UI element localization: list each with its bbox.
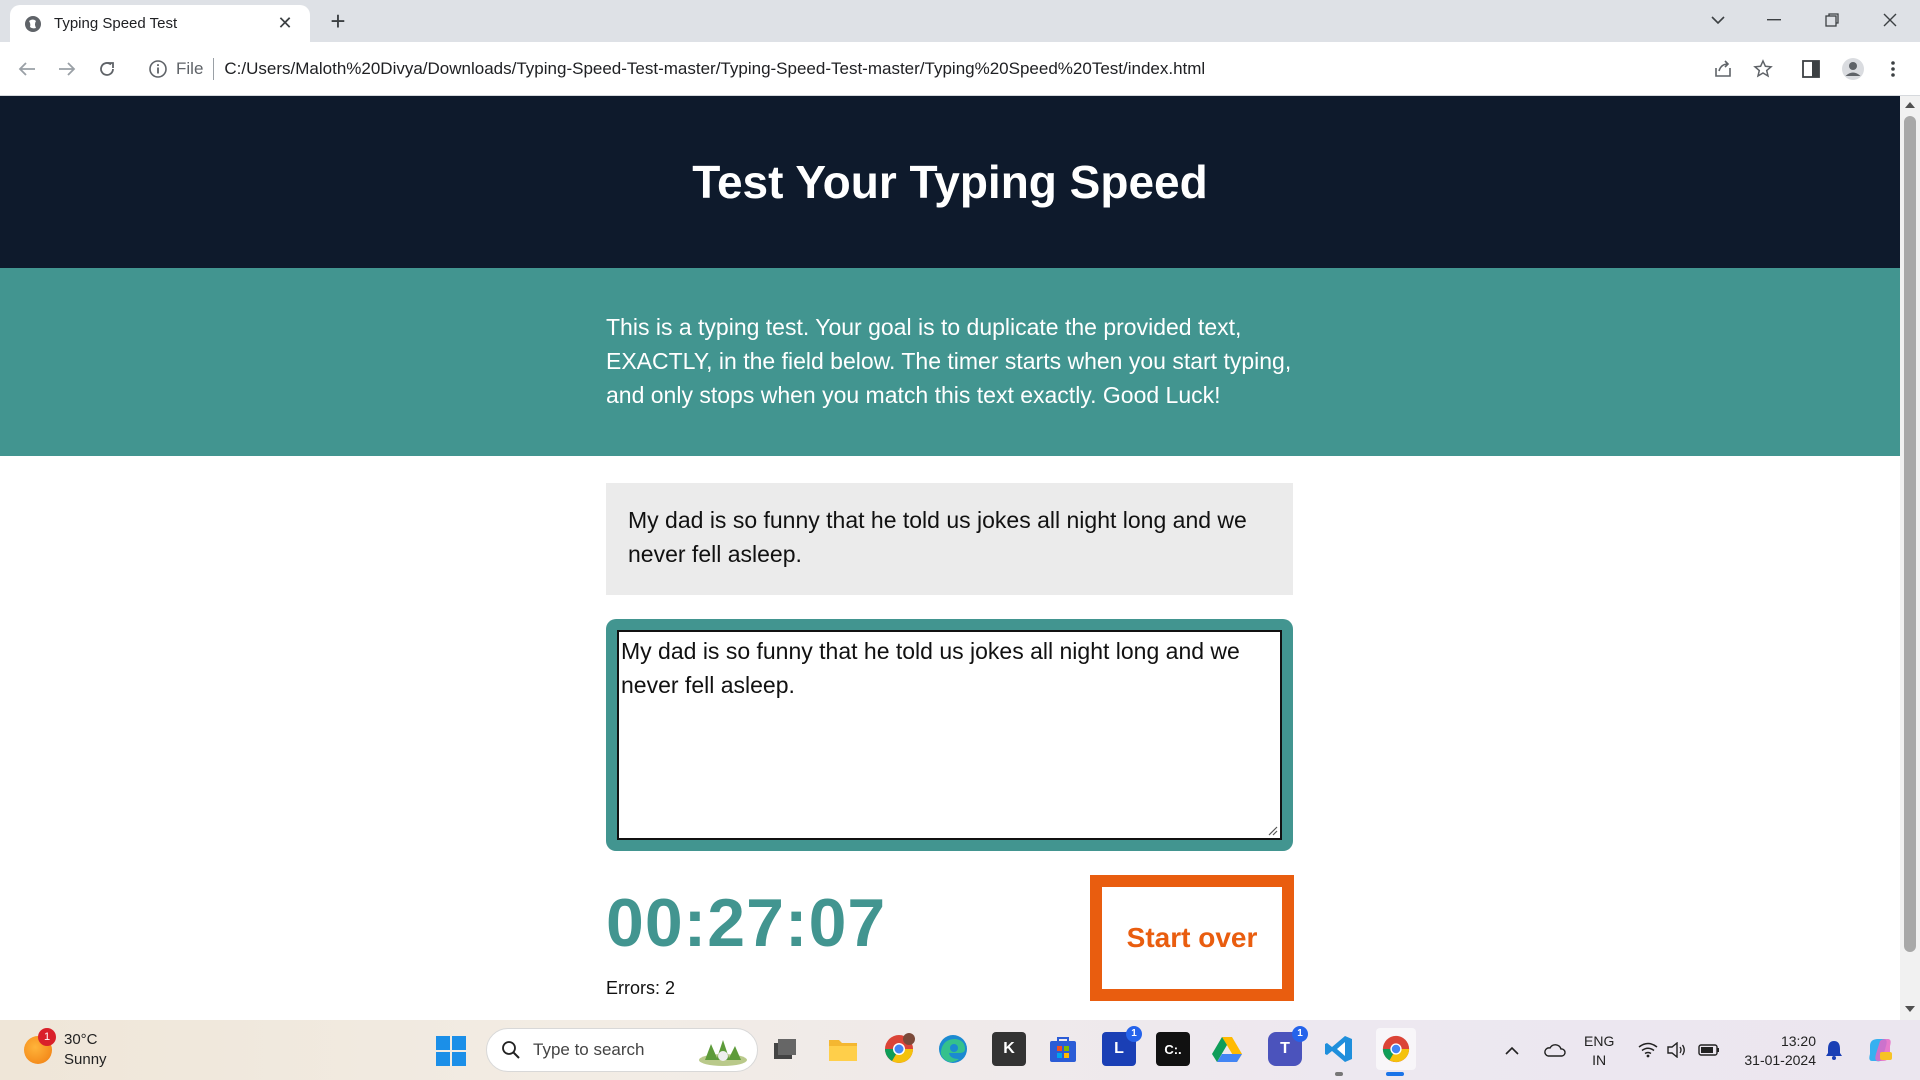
clock-time: 13:20: [1780, 1033, 1816, 1049]
browser-toolbar: File C:/Users/Maloth%20Divya/Downloads/T…: [0, 42, 1920, 96]
search-placeholder: Type to search: [533, 1040, 645, 1059]
intro-section: This is a typing test. Your goal is to d…: [0, 268, 1900, 456]
task-view-icon[interactable]: [768, 1032, 802, 1066]
side-panel-icon[interactable]: [1796, 54, 1826, 84]
page-viewport: Test Your Typing Speed This is a typing …: [0, 96, 1900, 1020]
chrome-active-indicator: [1386, 1072, 1404, 1076]
onedrive-cloud-icon[interactable]: [1540, 1038, 1568, 1062]
l-app-badge: 1: [1126, 1026, 1142, 1042]
l-app-label: L: [1114, 1040, 1124, 1057]
volume-icon[interactable]: [1664, 1038, 1688, 1062]
resize-handle-icon[interactable]: [1266, 824, 1278, 836]
vscode-icon[interactable]: [1322, 1032, 1356, 1066]
chrome-profile-icon[interactable]: [882, 1032, 916, 1066]
google-drive-icon[interactable]: [1210, 1032, 1244, 1066]
tab-title: Typing Speed Test: [54, 15, 178, 32]
k-app-icon[interactable]: K: [992, 1032, 1026, 1066]
browser-tabstrip: Typing Speed Test ✕ +: [0, 0, 1920, 42]
edge-icon[interactable]: [936, 1032, 970, 1066]
tab-typing-speed-test[interactable]: Typing Speed Test ✕: [10, 5, 310, 42]
scroll-up-arrow-icon[interactable]: [1905, 102, 1915, 108]
page-title: Test Your Typing Speed: [692, 156, 1208, 208]
address-bar[interactable]: File C:/Users/Maloth%20Divya/Downloads/T…: [136, 50, 1716, 88]
language-code: ENG: [1584, 1033, 1615, 1049]
battery-icon[interactable]: [1696, 1038, 1722, 1062]
teams-label: T: [1280, 1040, 1290, 1057]
address-separator: [213, 58, 215, 80]
copilot-icon[interactable]: [1864, 1038, 1896, 1062]
scrollbar-thumb[interactable]: [1904, 116, 1916, 952]
system-clock[interactable]: 13:20 31-01-2024: [1736, 1032, 1816, 1070]
start-over-button[interactable]: Start over: [1090, 875, 1294, 1001]
weather-widget[interactable]: 1 30°C Sunny: [24, 1028, 107, 1070]
scroll-down-arrow-icon[interactable]: [1905, 1006, 1915, 1012]
address-url[interactable]: C:/Users/Maloth%20Divya/Downloads/Typing…: [224, 59, 1205, 79]
intro-text: This is a typing test. Your goal is to d…: [606, 314, 1292, 408]
clock-date: 31-01-2024: [1744, 1052, 1816, 1068]
search-highlight-icon: [699, 1040, 747, 1066]
language-indicator[interactable]: ENG IN: [1584, 1032, 1614, 1070]
l-app-icon[interactable]: L 1: [1102, 1026, 1142, 1066]
error-count: Errors: 2: [606, 978, 676, 998]
microsoft-store-icon[interactable]: [1046, 1032, 1080, 1066]
globe-icon: [25, 15, 41, 32]
origin-text: My dad is so funny that he told us jokes…: [606, 483, 1293, 595]
region-code: IN: [1592, 1052, 1607, 1068]
forward-arrow-icon[interactable]: [52, 54, 82, 84]
teams-badge: 1: [1292, 1026, 1308, 1042]
profile-avatar-icon[interactable]: [1838, 54, 1868, 84]
reload-icon[interactable]: [92, 54, 122, 84]
notification-bell-icon[interactable]: [1822, 1038, 1846, 1062]
share-icon[interactable]: [1708, 54, 1738, 84]
weather-description: Sunny: [64, 1051, 107, 1068]
address-scheme: File: [176, 59, 204, 78]
typed-text: My dad is so funny that he told us jokes…: [621, 638, 1240, 698]
restore-button[interactable]: [1804, 0, 1860, 40]
bookmark-star-icon[interactable]: [1748, 54, 1778, 84]
taskbar-search[interactable]: Type to search: [486, 1028, 758, 1072]
teams-icon[interactable]: T 1: [1268, 1026, 1308, 1066]
weather-temperature: 30°C: [64, 1031, 98, 1048]
info-icon[interactable]: [148, 59, 168, 79]
windows-start-icon[interactable]: [436, 1036, 466, 1066]
close-window-button[interactable]: [1862, 0, 1918, 40]
test-wrapper: My dad is so funny that he told us jokes…: [606, 619, 1293, 851]
chrome-icon[interactable]: [1376, 1028, 1416, 1070]
file-explorer-icon[interactable]: [826, 1032, 860, 1066]
taskbar: 1 30°C Sunny Type to search K L 1 C:. T …: [0, 1020, 1920, 1080]
new-tab-button[interactable]: +: [322, 6, 354, 38]
minimize-button[interactable]: [1746, 0, 1802, 40]
close-tab-icon[interactable]: ✕: [274, 13, 296, 34]
tab-search-chevron-icon[interactable]: [1690, 0, 1746, 40]
timer: 00:27:07: [606, 885, 887, 961]
typing-textarea[interactable]: My dad is so funny that he told us jokes…: [617, 630, 1282, 840]
kebab-menu-icon[interactable]: [1878, 54, 1908, 84]
back-arrow-icon[interactable]: [12, 54, 42, 84]
page-scrollbar[interactable]: [1900, 96, 1920, 1020]
sun-icon: 1: [24, 1028, 56, 1064]
wifi-icon[interactable]: [1636, 1038, 1660, 1062]
chevron-up-icon[interactable]: [1500, 1038, 1524, 1062]
page-header: Test Your Typing Speed: [0, 96, 1900, 268]
vscode-running-indicator: [1335, 1072, 1343, 1076]
weather-badge: 1: [38, 1028, 56, 1046]
search-icon: [502, 1041, 520, 1059]
c-app-icon[interactable]: C:.: [1156, 1032, 1190, 1066]
